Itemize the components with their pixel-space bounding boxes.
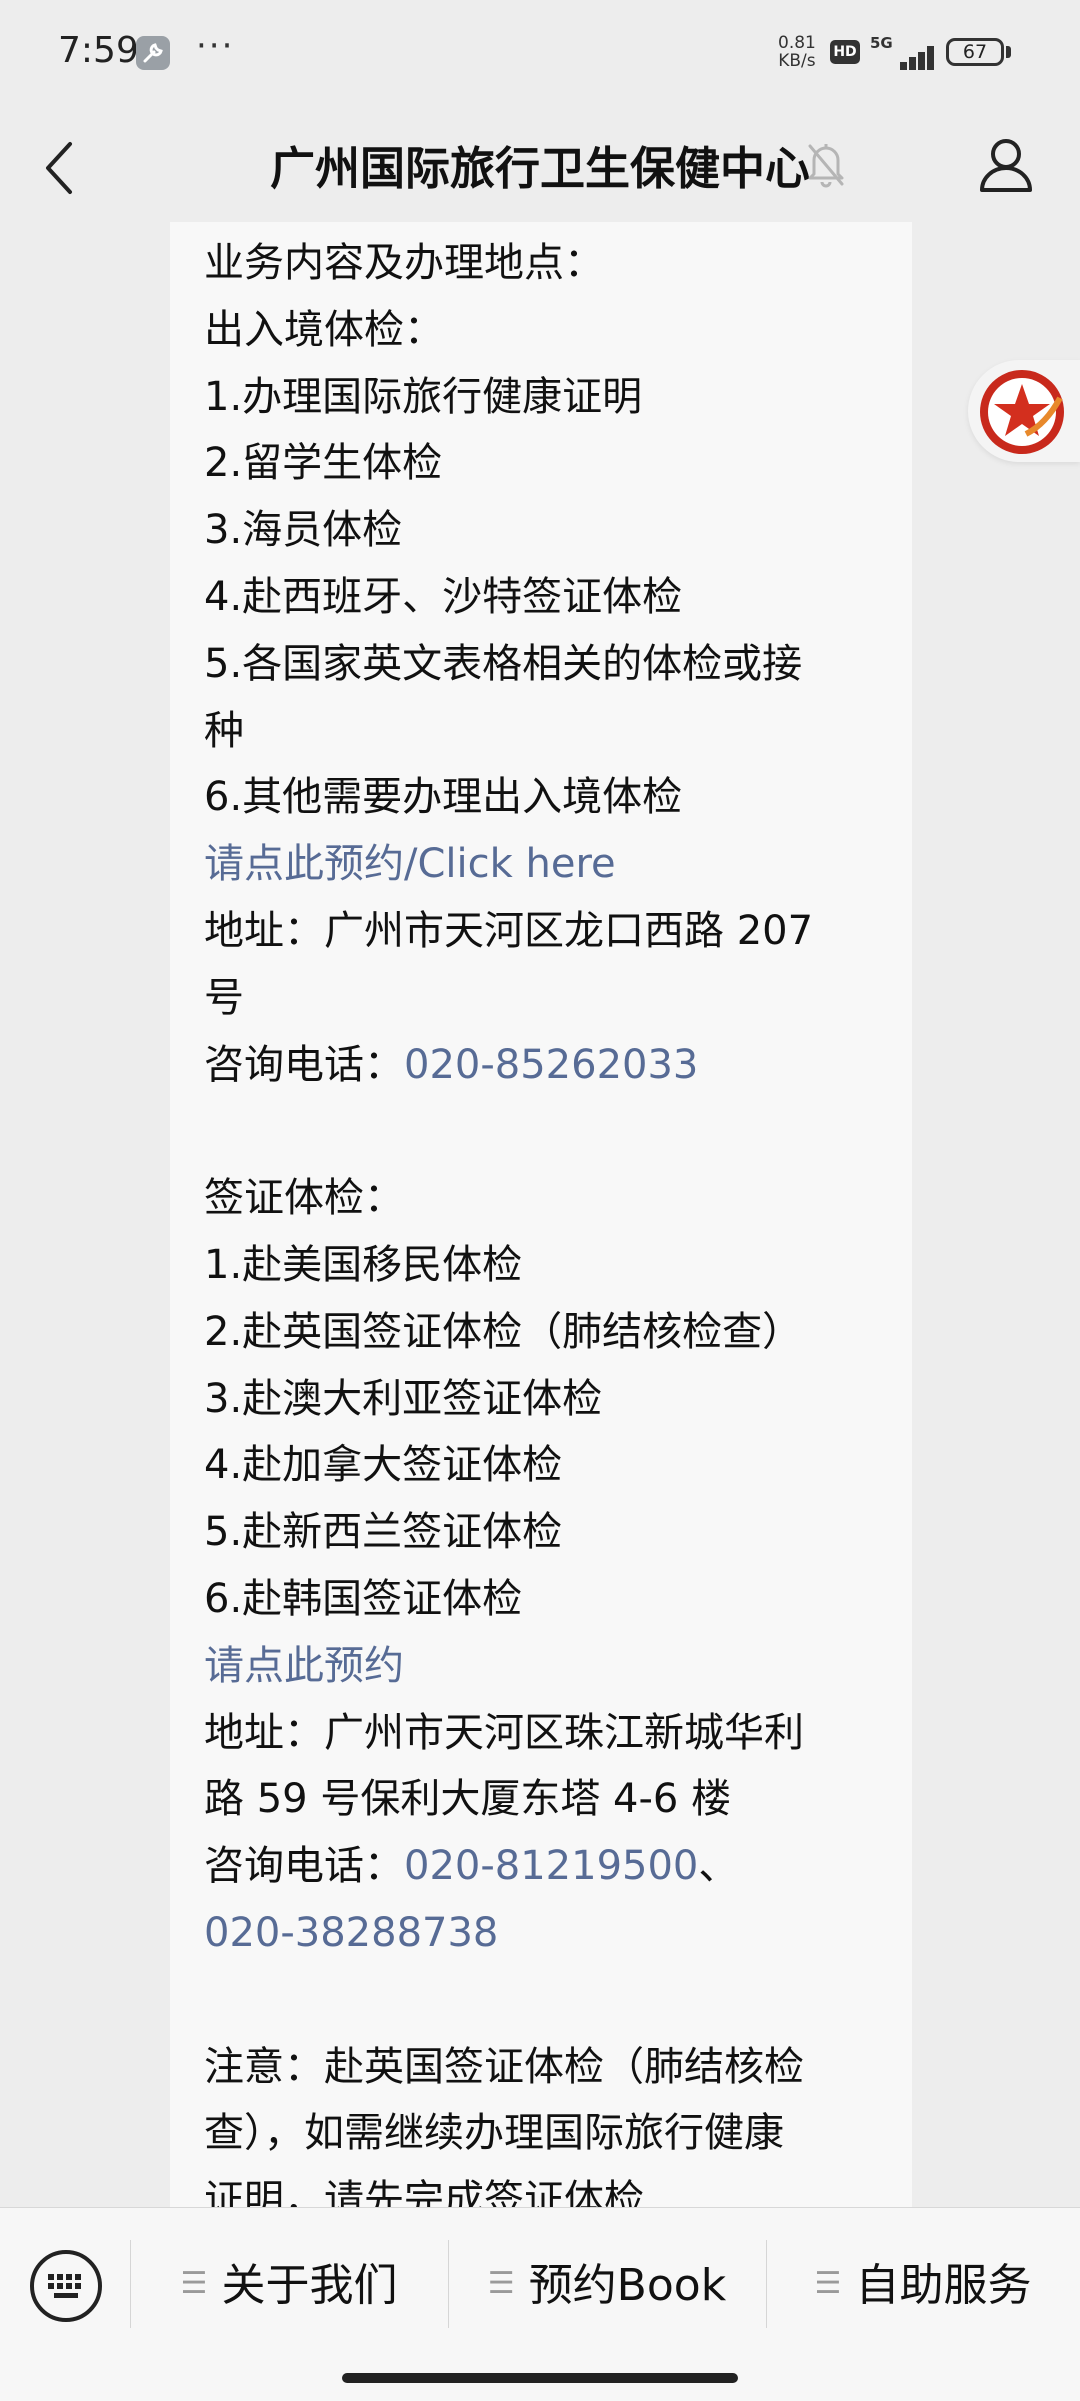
content-line: 地址：广州市天河区龙口西路 207 (204, 907, 814, 954)
net-speed-value: 0.81 (778, 33, 816, 53)
content-line: 证明，请先完成签证体检 (204, 2177, 644, 2207)
phone-line: 咨询电话：020-85262033 (204, 1032, 878, 1099)
home-indicator[interactable] (342, 2373, 738, 2383)
content-line: 5.各国家英文表格相关的体检或接 (204, 640, 803, 687)
content-line: 5.赴新西兰签证体检 (204, 1509, 563, 1556)
net-speed-unit: KB/s (778, 51, 816, 71)
content-line: 签证体检： (204, 1175, 404, 1222)
content-line: 4.赴加拿大签证体检 (204, 1442, 563, 1489)
menu-book-label: 预约Book (528, 2260, 727, 2311)
content-line: 出入境体检： (204, 306, 444, 353)
battery-icon: 67 (946, 38, 1004, 66)
phone-link[interactable]: 020-38288738 (204, 1900, 878, 1967)
phone-label: 咨询电话： (204, 1843, 404, 1890)
content-line: 号 (204, 974, 244, 1021)
red-star-badge-icon (980, 370, 1064, 454)
profile-button[interactable] (974, 128, 1038, 198)
content-line: 3.赴澳大利亚签证体检 (204, 1375, 603, 1422)
battery-tip (1006, 46, 1011, 58)
page-title: 广州国际旅行卫生保健中心 (269, 142, 810, 195)
menu-self-service[interactable]: ☰ 自助服务 (766, 2248, 1080, 2324)
content-line: 业务内容及办理地点： (204, 240, 604, 286)
message-content: 业务内容及办理地点： 出入境体检： 1.办理国际旅行健康证明 2.留学生体检 3.海员体… (170, 222, 912, 2207)
person-icon (980, 139, 1032, 192)
phone-link[interactable]: 020-85262033 (404, 1042, 698, 1088)
content-line: 路 59 号保利大厦东塔 4-6 楼 (204, 1776, 732, 1823)
content-line: 1.赴美国移民体检 (204, 1241, 523, 1288)
floating-badge[interactable] (968, 360, 1080, 462)
content-line: 6.赴韩国签证体检 (204, 1575, 523, 1622)
content-line: 查），如需继续办理国际旅行健康 (204, 2110, 784, 2157)
content-line: 1.办理国际旅行健康证明 (204, 373, 643, 420)
menu-about-us[interactable]: ☰ 关于我们 (130, 2248, 448, 2324)
booking-link[interactable]: 请点此预约/Click here (204, 831, 878, 898)
signal-icon: 5G (870, 34, 934, 70)
hamburger-icon: ☰ (814, 2266, 842, 2301)
more-notifications-icon: ··· (196, 26, 235, 66)
message-card: 业务内容及办理地点： 出入境体检： 1.办理国际旅行健康证明 2.留学生体检 3.海员体… (170, 222, 912, 2207)
menu-self-service-label: 自助服务 (855, 2260, 1032, 2311)
content-line: 3.海员体检 (204, 507, 403, 554)
phone-separator: 、 (698, 1843, 739, 1890)
content-line: 注意：赴英国签证体检（肺结核检 (204, 2043, 804, 2090)
hamburger-icon: ☰ (180, 2266, 208, 2301)
status-time: 7:59 (58, 30, 139, 71)
menu-book[interactable]: ☰ 预约Book (448, 2248, 766, 2324)
booking-link[interactable]: 请点此预约 (204, 1633, 878, 1700)
phone-line: 咨询电话：020-81219500、 (204, 1833, 878, 1900)
phone-link[interactable]: 020-81219500 (404, 1843, 698, 1889)
nav-header: 广州国际旅行卫生保健中心 (0, 110, 1080, 222)
net-speed: 0.81 KB/s (778, 34, 816, 70)
bell-muted-icon (806, 138, 846, 188)
bottom-menu: ☰ 关于我们 ☰ 预约Book ☰ 自助服务 (0, 2207, 1080, 2401)
wrench-icon (136, 36, 170, 70)
content-line: 2.赴英国签证体检（肺结核检查） (204, 1308, 803, 1355)
keyboard-button[interactable] (28, 2248, 104, 2324)
content-line: 4.赴西班牙、沙特签证体检 (204, 573, 683, 620)
keyboard-icon (30, 2250, 102, 2322)
content-line: 地址：广州市天河区珠江新城华利 (204, 1709, 804, 1756)
phone-label: 咨询电话： (204, 1041, 404, 1088)
content-line: 6.其他需要办理出入境体检 (204, 774, 683, 821)
content-line: 种 (204, 707, 244, 754)
network-type: 5G (870, 34, 893, 52)
menu-about-us-label: 关于我们 (221, 2260, 398, 2311)
content-line: 2.留学生体检 (204, 440, 443, 487)
hd-badge: HD (830, 40, 860, 64)
hamburger-icon: ☰ (487, 2266, 515, 2301)
status-bar: 7:59 ··· 0.81 KB/s HD 5G 67 (0, 0, 1080, 110)
